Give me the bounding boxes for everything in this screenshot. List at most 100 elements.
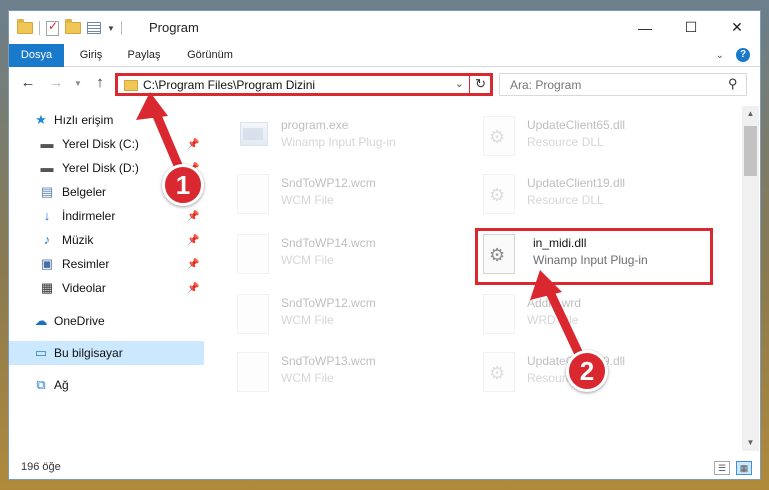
search-icon[interactable]: ⚲ [728,76,738,92]
recent-locations-chevron-down-icon[interactable]: ▼ [69,75,87,93]
tiles-view-icon[interactable]: ▦ [736,461,752,475]
file-list: program.exe Winamp Input Plug-in UpdateC… [209,106,739,451]
address-bar[interactable]: C:\Program Files\Program Dizini ⌄ ↻ [115,73,493,96]
customize-toolbar-chevron-down-icon[interactable]: ▼ [107,24,115,33]
scroll-down-arrow-icon[interactable]: ▼ [742,435,759,451]
sidebar-item-label: Resimler [62,257,110,271]
up-arrow-icon[interactable]: ↑ [91,74,109,92]
divider [120,21,122,35]
document-file-icon [237,294,269,334]
navigation-bar: ← → ▼ ↑ C:\Program Files\Program Dizini … [9,68,760,100]
list-item[interactable]: SndToWP13.wcm WCM File [231,346,461,396]
dll-file-icon [483,174,515,214]
file-description: WCM File [281,253,334,267]
sidebar-item-label: İndirmeler [62,209,116,223]
tab-view[interactable]: Görünüm [179,44,241,67]
star-icon: ★ [35,112,47,127]
view-properties-icon[interactable] [87,22,101,34]
vertical-scrollbar[interactable]: ▲ ▼ [742,106,759,451]
file-name: SndToWP13.wcm [281,354,376,368]
file-description: WCM File [281,371,334,385]
file-name: Addr...wrd [527,296,582,310]
ribbon-controls: ⌄ ? [716,48,750,62]
list-item[interactable]: UpdateClient65.dll Resource DLL [477,110,707,160]
dll-file-icon [483,116,515,156]
documents-icon: ▤ [40,184,54,199]
dll-file-icon [483,352,515,392]
file-name: program.exe [281,118,349,132]
forward-arrow-icon[interactable]: → [47,74,65,92]
sidebar-item-pictures[interactable]: ▣ Resimler 📌 [9,252,204,276]
pin-icon[interactable]: 📌 [187,235,199,246]
sidebar-item-label: Bu bilgisayar [54,346,123,360]
address-history-chevron-down-icon[interactable]: ⌄ [455,77,464,90]
item-count: 196 öğe [21,461,61,473]
explorer-window: ▼ Program — ☐ ✕ Dosya Giriş Paylaş Görün… [8,10,761,480]
scroll-thumb[interactable] [744,126,757,176]
executable-file-icon [237,116,269,156]
chevron-down-icon[interactable]: ⌄ [716,50,724,61]
window-title: Program [149,20,199,35]
list-item[interactable]: SndToWP12.wcm WCM File [231,288,461,338]
close-button[interactable]: ✕ [714,11,760,44]
document-file-icon [483,294,515,334]
back-arrow-icon[interactable]: ← [19,74,37,92]
pin-icon[interactable]: 📌 [187,211,199,222]
file-description: Winamp Input Plug-in [281,135,396,149]
list-item[interactable]: SndToWP12.wcm WCM File [231,168,461,218]
tab-file[interactable]: Dosya [9,44,64,67]
divider [39,21,40,35]
highlight-box [475,228,713,285]
search-input[interactable]: Ara: Program ⚲ [499,73,747,96]
address-path[interactable]: C:\Program Files\Program Dizini [143,78,315,92]
sidebar-item-label: Yerel Disk (D:) [62,161,139,175]
pin-icon[interactable]: 📌 [187,283,199,294]
tab-share[interactable]: Paylaş [119,44,169,67]
new-folder-icon[interactable] [65,19,81,34]
sidebar-item-label: Belgeler [62,185,107,199]
sidebar-item-music[interactable]: ♪ Müzik 📌 [9,228,204,252]
pictures-icon: ▣ [40,256,54,271]
list-item[interactable]: SndToWP14.wcm WCM File [231,228,461,278]
maximize-button[interactable]: ☐ [668,11,714,44]
view-toggle: ☰ ▦ [714,461,752,475]
sidebar-item-disk-c[interactable]: ▬ Yerel Disk (C:) 📌 [9,132,204,156]
help-icon[interactable]: ? [736,48,750,62]
sidebar-item-this-pc[interactable]: ▭ Bu bilgisayar [9,341,204,365]
pin-icon[interactable]: 📌 [187,139,199,150]
video-icon: ▦ [40,280,54,295]
list-item[interactable]: Addr...wrd WRD File [477,288,707,338]
file-name: SndToWP12.wcm [281,296,376,310]
step-badge-2: 2 [566,350,608,392]
computer-icon: ▭ [34,345,48,360]
sidebar-item-onedrive[interactable]: ☁ OneDrive [9,309,204,333]
quick-access-toolbar: ▼ [17,19,122,37]
refresh-icon[interactable]: ↻ [475,76,486,92]
sidebar-item-label: Yerel Disk (C:) [62,137,139,151]
properties-check-icon[interactable] [46,19,59,36]
list-item[interactable]: program.exe Winamp Input Plug-in [231,110,461,160]
scroll-up-arrow-icon[interactable]: ▲ [742,106,759,122]
file-description: WCM File [281,193,334,207]
drive-icon: ▬ [40,160,54,175]
download-icon: ↓ [43,208,51,223]
music-icon: ♪ [43,232,51,247]
sidebar-item-network[interactable]: ⧉ Ağ [9,373,204,397]
file-description: Resource DLL [527,135,604,149]
sidebar-item-label: OneDrive [54,314,105,328]
details-view-icon[interactable]: ☰ [714,461,730,475]
ribbon-tabs: Dosya Giriş Paylaş Görünüm ⌄ ? [9,44,760,67]
sidebar-item-downloads[interactable]: ↓ İndirmeler 📌 [9,204,204,228]
sidebar-item-quick-access[interactable]: ★ Hızlı erişim [9,108,204,132]
title-bar: ▼ Program — ☐ ✕ [9,11,760,44]
pin-icon[interactable]: 📌 [187,259,199,270]
tab-home[interactable]: Giriş [71,44,111,67]
folder-icon [124,80,138,91]
file-description: WRD File [527,313,579,327]
file-name: UpdateClient19.dll [527,176,626,190]
window-controls: — ☐ ✕ [622,11,760,44]
navigation-pane: ★ Hızlı erişim ▬ Yerel Disk (C:) 📌 ▬ Yer… [9,106,204,451]
list-item[interactable]: UpdateClient19.dll Resource DLL [477,168,707,218]
sidebar-item-videos[interactable]: ▦ Videolar 📌 [9,276,204,300]
minimize-button[interactable]: — [622,11,668,44]
